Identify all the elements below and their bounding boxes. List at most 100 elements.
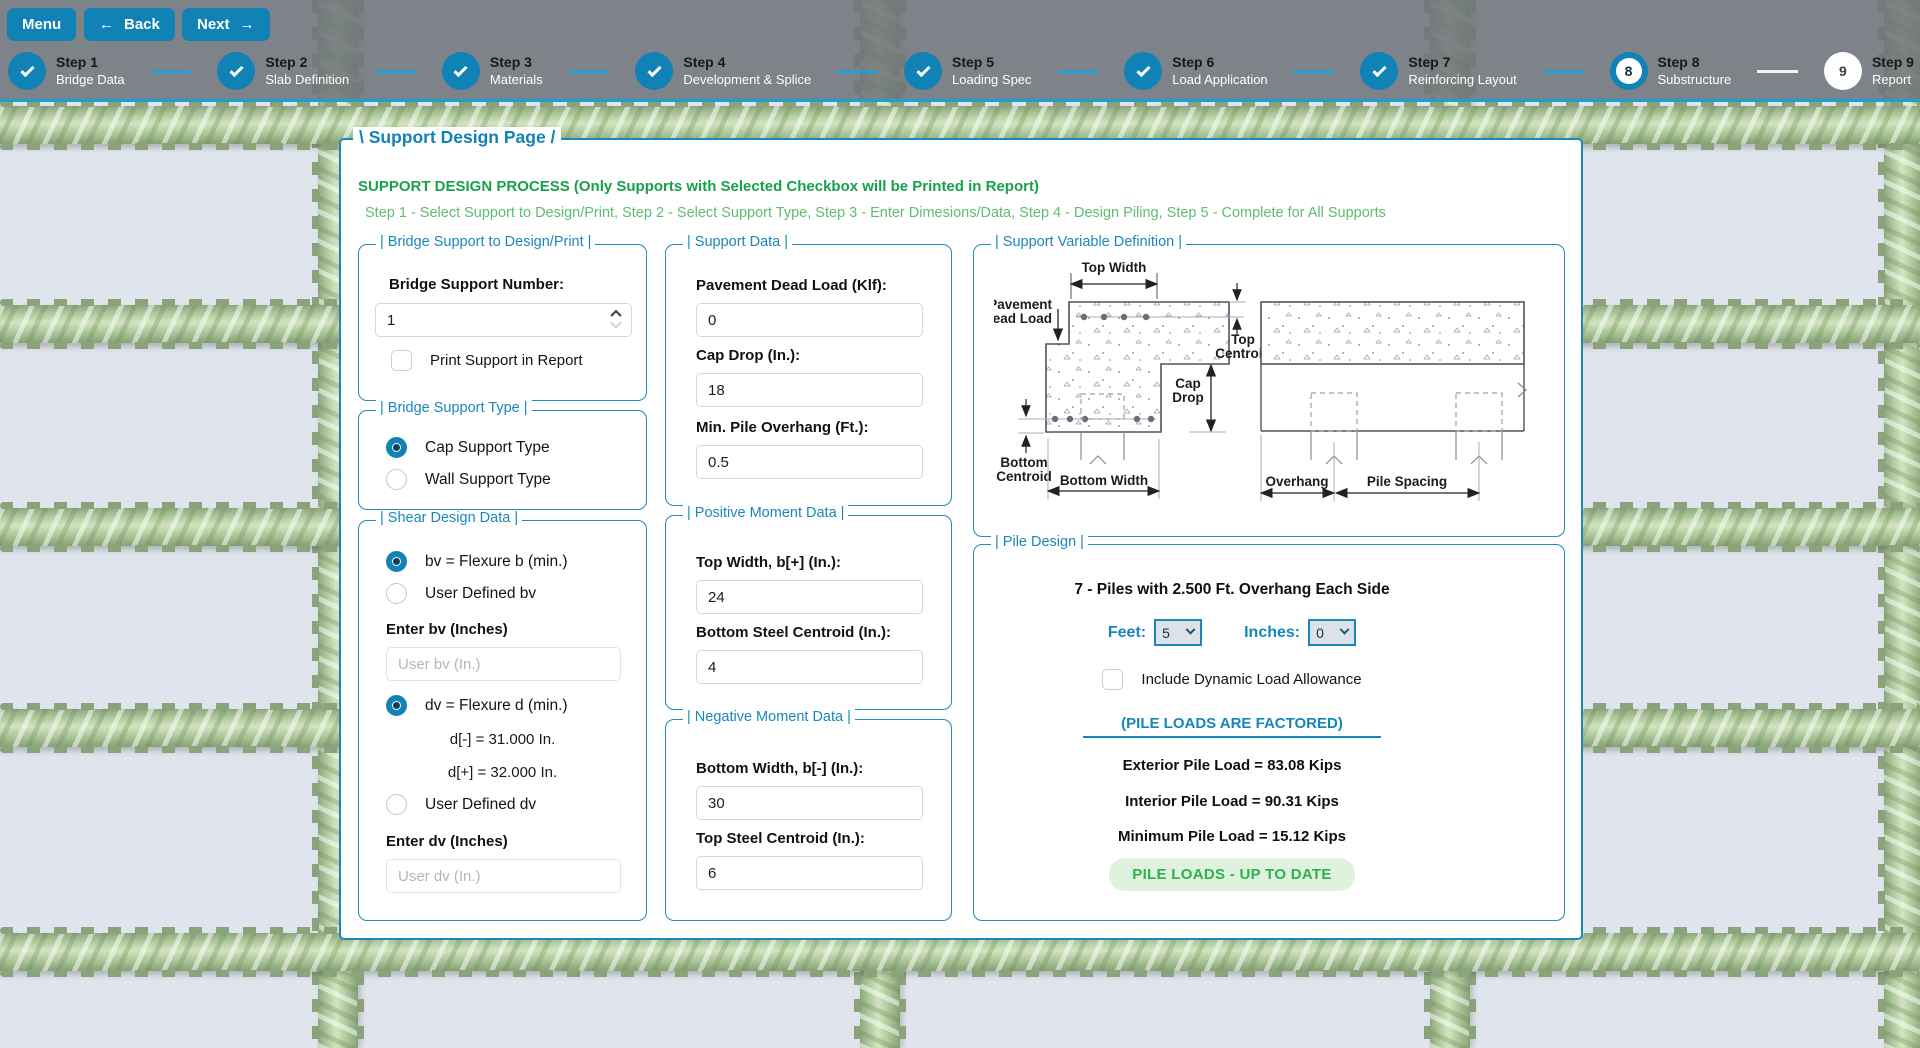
diagram-bottom-width-label: Bottom Width <box>1060 473 1148 488</box>
bottom-steel-centroid-input[interactable] <box>696 650 923 684</box>
step-connector <box>1032 70 1125 73</box>
top-steel-centroid-input[interactable] <box>696 856 923 890</box>
step-name: Substructure <box>1658 72 1732 88</box>
check-icon <box>20 63 34 77</box>
step-2-circle[interactable] <box>217 52 255 90</box>
print-support-checkbox[interactable] <box>391 350 412 371</box>
user-bv-input[interactable] <box>386 647 621 681</box>
back-button-label: Back <box>124 16 160 33</box>
dv-flexure-radio[interactable] <box>386 695 407 716</box>
group-title: | Shear Design Data | <box>376 510 522 526</box>
back-button[interactable]: ← Back <box>84 8 175 41</box>
next-button[interactable]: Next → <box>182 8 270 41</box>
diagram-top-centroid-label: Top <box>1231 332 1255 347</box>
group-title: | Bridge Support to Design/Print | <box>376 234 595 250</box>
group-title: | Positive Moment Data | <box>683 505 848 521</box>
inches-value: 0 <box>1316 625 1324 641</box>
support-variable-diagram: Top Width Pavement Dead Load Top Centroi… <box>994 257 1546 515</box>
inches-select[interactable]: 0 <box>1308 619 1356 646</box>
feet-label: Feet: <box>1108 624 1146 642</box>
group-positive-moment: | Positive Moment Data | Top Width, b[+]… <box>665 515 952 710</box>
step-3-circle[interactable] <box>442 52 480 90</box>
dv-flexure-label: dv = Flexure d (min.) <box>425 697 568 715</box>
step-number: 9 <box>1839 63 1847 79</box>
menu-button-label: Menu <box>22 16 61 33</box>
step-9-circle[interactable]: 9 <box>1824 52 1862 90</box>
diagram-cap-drop-label: Cap <box>1175 376 1201 391</box>
dynamic-load-label: Include Dynamic Load Allowance <box>1141 671 1361 688</box>
step-8-circle[interactable]: 8 <box>1610 52 1648 90</box>
group-negative-moment: | Negative Moment Data | Bottom Width, b… <box>665 719 952 921</box>
step-connector <box>543 70 636 73</box>
step-name: Reinforcing Layout <box>1408 72 1516 88</box>
bottom-steel-centroid-label: Bottom Steel Centroid (In.): <box>696 624 891 641</box>
spin-down-icon[interactable] <box>610 318 621 329</box>
bv-user-radio[interactable] <box>386 583 407 604</box>
group-title: | Bridge Support Type | <box>376 400 532 416</box>
number-spinner[interactable] <box>607 306 625 334</box>
step-7-circle[interactable] <box>1360 52 1398 90</box>
enter-dv-label: Enter dv (Inches) <box>386 833 508 850</box>
pile-summary: 7 - Piles with 2.500 Ft. Overhang Each S… <box>1074 581 1389 599</box>
feet-select[interactable]: 5 <box>1154 619 1202 646</box>
factored-note: (PILE LOADS ARE FACTORED) <box>1083 715 1381 738</box>
top-toolbar: Menu ← Back Next → Step 1Bridge Data Ste… <box>0 0 1920 102</box>
step-6-circle[interactable] <box>1124 52 1162 90</box>
diagram-overhang-label: Overhang <box>1265 474 1328 489</box>
min-pile-overhang-input[interactable] <box>696 445 923 479</box>
pavement-dead-load-input[interactable] <box>696 303 923 337</box>
step-1-circle[interactable] <box>8 52 46 90</box>
process-steps-subheading: Step 1 - Select Support to Design/Print,… <box>365 205 1386 221</box>
top-width-input[interactable] <box>696 580 923 614</box>
bv-flexure-radio[interactable] <box>386 551 407 572</box>
user-dv-input[interactable] <box>386 859 621 893</box>
menu-button[interactable]: Menu <box>7 8 76 41</box>
diagram-pavement-label: Dead Load <box>994 311 1052 326</box>
group-support-variable-definition: | Support Variable Definition | <box>973 244 1565 537</box>
step-connector <box>349 70 442 73</box>
cap-drop-input[interactable] <box>696 373 923 407</box>
step-connector <box>1731 70 1824 73</box>
step-name: Report <box>1872 72 1914 88</box>
step-item-7: Step 7Reinforcing Layout <box>1360 52 1516 90</box>
check-icon <box>1372 63 1386 77</box>
feet-value: 5 <box>1162 625 1170 641</box>
step-name: Slab Definition <box>265 72 349 88</box>
bottom-width-label: Bottom Width, b[-] (In.): <box>696 760 863 777</box>
bottom-width-input[interactable] <box>696 786 923 820</box>
cap-support-label: Cap Support Type <box>425 439 550 457</box>
dv-user-radio[interactable] <box>386 794 407 815</box>
group-support-data: | Support Data | Pavement Dead Load (Klf… <box>665 244 952 506</box>
group-shear-design-data: | Shear Design Data | bv = Flexure b (mi… <box>358 520 647 921</box>
dynamic-load-checkbox[interactable] <box>1102 669 1123 690</box>
step-label: Step 5 <box>952 54 1032 72</box>
group-pile-design: | Pile Design | 7 - Piles with 2.500 Ft.… <box>973 544 1565 921</box>
d-positive-value: d[+] = 32.000 In. <box>359 764 646 781</box>
check-icon <box>916 63 930 77</box>
next-button-label: Next <box>197 16 230 33</box>
chevron-down-icon <box>1186 625 1196 635</box>
step-name: Load Application <box>1172 72 1267 88</box>
group-title: | Support Data | <box>683 234 792 250</box>
check-icon <box>1136 63 1150 77</box>
group-title: | Negative Moment Data | <box>683 709 855 725</box>
step-name: Loading Spec <box>952 72 1032 88</box>
bridge-support-number-input[interactable] <box>375 303 632 337</box>
diagram-top-width-label: Top Width <box>1082 260 1147 275</box>
wall-support-radio[interactable] <box>386 469 407 490</box>
cap-drop-label: Cap Drop (In.): <box>696 347 800 364</box>
page-title: \ Support Design Page / <box>353 127 561 148</box>
interior-pile-load: Interior Pile Load = 90.31 Kips <box>1125 793 1339 810</box>
cap-support-radio[interactable] <box>386 437 407 458</box>
diagram-pile-spacing-label: Pile Spacing <box>1367 474 1447 489</box>
top-width-label: Top Width, b[+] (In.): <box>696 554 841 571</box>
group-title: | Support Variable Definition | <box>991 234 1186 250</box>
enter-bv-label: Enter bv (Inches) <box>386 621 508 638</box>
top-steel-centroid-label: Top Steel Centroid (In.): <box>696 830 865 847</box>
step-5-circle[interactable] <box>904 52 942 90</box>
step-4-circle[interactable] <box>635 52 673 90</box>
exterior-pile-load: Exterior Pile Load = 83.08 Kips <box>1123 757 1342 774</box>
step-connector <box>811 70 904 73</box>
step-name: Materials <box>490 72 543 88</box>
step-connector <box>1517 70 1610 73</box>
